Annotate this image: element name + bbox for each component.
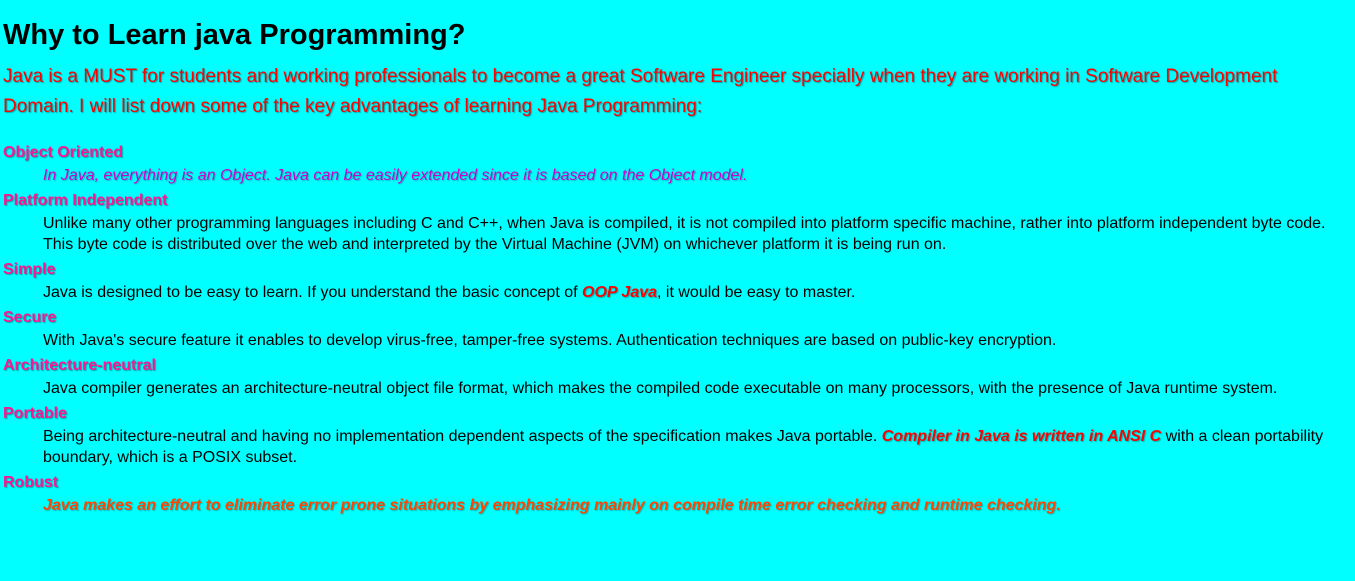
desc-architecture-neutral: Java compiler generates an architecture-… <box>43 380 1278 397</box>
term-simple: Simple <box>3 261 56 278</box>
desc-platform-independent: Unlike many other programming languages … <box>43 215 1326 253</box>
desc-simple: Java is designed to be easy to learn. If… <box>43 282 1348 303</box>
term-robust: Robust <box>3 474 59 491</box>
term-object-oriented: Object Oriented <box>3 144 124 161</box>
desc-simple-text-before: Java is designed to be easy to learn. If… <box>43 284 583 301</box>
intro-paragraph: Java is a MUST for students and working … <box>3 66 1278 117</box>
term-portable: Portable <box>3 405 68 422</box>
term-secure: Secure <box>3 309 57 326</box>
desc-object-oriented: In Java, everything is an Object. Java c… <box>43 167 748 184</box>
desc-portable-text-before: Being architecture-neutral and having no… <box>43 428 882 445</box>
desc-simple-text-after: , it would be easy to master. <box>657 284 856 301</box>
page: Why to Learn java Programming? Java is a… <box>0 0 1355 581</box>
desc-portable-emphasis: Compiler in Java is written in ANSI C <box>881 428 1162 445</box>
advantages-list: Object Oriented In Java, everything is a… <box>3 142 1355 516</box>
page-title: Why to Learn java Programming? <box>3 19 466 51</box>
term-architecture-neutral: Architecture-neutral <box>3 357 156 374</box>
desc-simple-emphasis: OOP Java <box>582 284 658 301</box>
desc-portable: Being architecture-neutral and having no… <box>43 426 1348 468</box>
desc-secure: With Java's secure feature it enables to… <box>43 332 1057 349</box>
term-platform-independent: Platform Independent <box>3 192 168 209</box>
desc-robust: Java makes an effort to eliminate error … <box>43 497 1061 514</box>
